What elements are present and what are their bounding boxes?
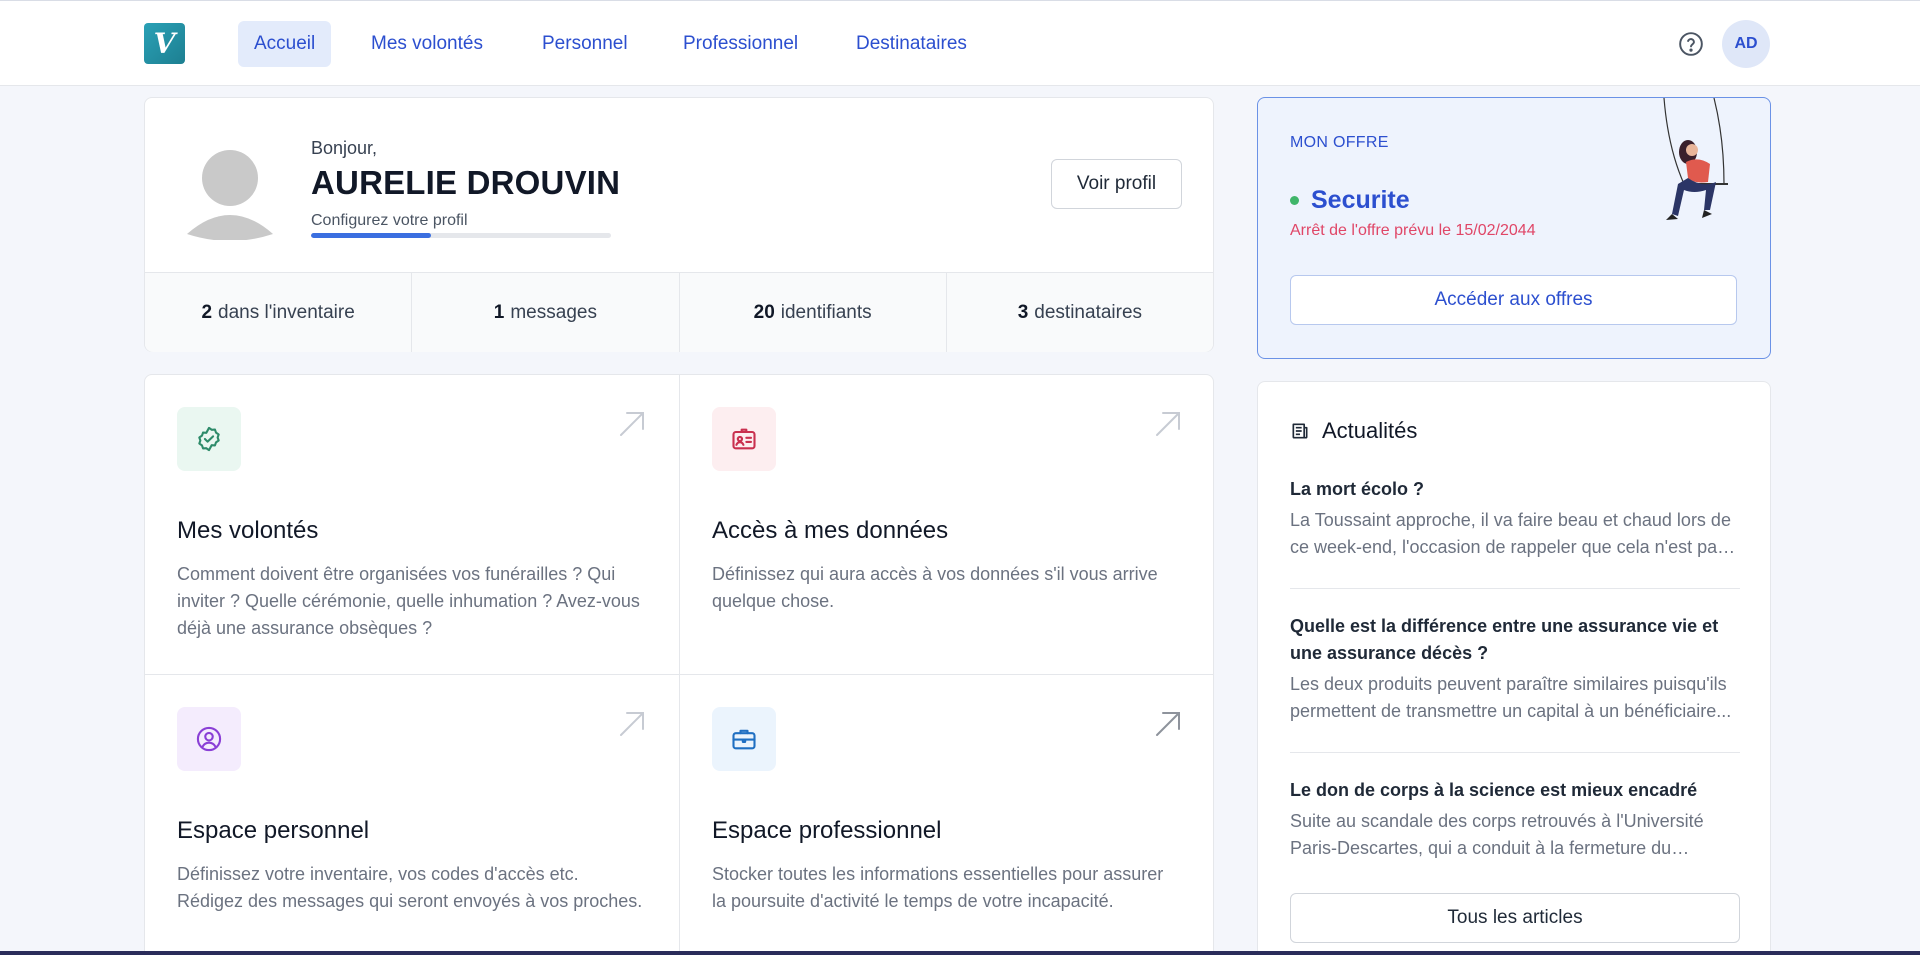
news-heading: Actualités [1322, 418, 1418, 443]
tile-acces-donnees[interactable]: Accès à mes données Définissez qui aura … [680, 375, 1213, 675]
stat-identifiers[interactable]: 20 identifiants [680, 273, 947, 352]
offer-section-title: MON OFFRE [1290, 134, 1389, 151]
tile-espace-personnel[interactable]: Espace personnel Définissez votre invent… [145, 675, 680, 955]
tile-title: Accès à mes données [712, 517, 949, 544]
tile-description: Stocker toutes les informations essentie… [712, 864, 1164, 911]
nav-item-accueil[interactable]: Accueil [238, 21, 332, 67]
status-dot-icon [1290, 196, 1299, 205]
arrow-up-right-icon [1156, 712, 1180, 736]
arrow-up-right-icon [620, 712, 644, 736]
news-card: Actualités La mort écolo ? La Toussaint … [1257, 381, 1771, 955]
profile-progress-bar [311, 233, 611, 238]
article-title: La mort écolo ? [1290, 479, 1425, 499]
nav-item-mes-volontes[interactable]: Mes volontés [355, 21, 499, 67]
stats-row: 2 dans l'inventaire 1 messages 20 identifia… [145, 272, 1213, 352]
article-excerpt: Suite au scandale des corps retrouvés à … [1290, 811, 1704, 858]
configure-profile-label[interactable]: Configurez votre profil [311, 212, 468, 230]
article-excerpt: La Toussaint approche, il va faire beau … [1290, 510, 1731, 557]
stat-recipients[interactable]: 3 destinataires [947, 273, 1213, 352]
nav-item-destinataires[interactable]: Destinataires [840, 21, 983, 67]
stat-count: 2 [201, 301, 213, 323]
app-logo[interactable]: V [144, 23, 185, 64]
stat-count: 3 [1017, 301, 1029, 323]
stat-label: dans l'inventaire [218, 301, 355, 323]
user-initials: AD [1734, 35, 1758, 52]
tile-description: Définissez qui aura accès à vos données … [712, 564, 1158, 611]
view-profile-button[interactable]: Voir profil [1051, 159, 1182, 209]
arrow-up-right-icon [620, 412, 644, 436]
article-divider [1290, 752, 1740, 753]
tile-title: Espace personnel [177, 817, 370, 844]
feature-grid: Mes volontés Comment doivent être organi… [144, 374, 1214, 955]
news-article[interactable]: La mort écolo ? La Toussaint approche, i… [1290, 476, 1740, 561]
stat-messages[interactable]: 1 messages [412, 273, 680, 352]
profile-progress-fill [311, 233, 431, 238]
tile-title: Mes volontés [177, 517, 319, 544]
top-navbar: V Accueil Mes volontés Personnel Profess… [0, 1, 1920, 86]
question-circle-icon[interactable] [1678, 31, 1704, 57]
article-divider [1290, 588, 1740, 589]
greeting-text: Bonjour, [311, 138, 378, 158]
default-avatar-icon [187, 150, 273, 240]
offer-end-notice: Arrêt de l'offre prévu le 15/02/2044 [1290, 222, 1536, 239]
stat-count: 1 [493, 301, 505, 323]
badge-check-icon [177, 407, 241, 471]
stat-label: messages [510, 301, 597, 323]
briefcase-icon [712, 707, 776, 771]
nav-item-professionnel[interactable]: Professionnel [667, 21, 814, 67]
logo-letter: V [153, 27, 176, 60]
tile-espace-professionnel[interactable]: Espace professionnel Stocker toutes les … [680, 675, 1213, 955]
article-title: Quelle est la différence entre une assur… [1290, 616, 1719, 663]
user-full-name: AURELIE DROUVIN [311, 164, 621, 201]
newspaper-icon [1292, 423, 1308, 439]
offer-status: Securite [1290, 186, 1410, 215]
tile-description: Définissez votre inventaire, vos codes d… [177, 864, 643, 911]
news-header: Actualités [1290, 418, 1417, 444]
tile-description: Comment doivent être organisées vos funé… [177, 564, 640, 638]
id-card-icon [712, 407, 776, 471]
user-circle-icon [177, 707, 241, 771]
stat-label: destinataires [1034, 301, 1143, 323]
tile-title: Espace professionnel [712, 817, 942, 844]
offer-plan-name: Securite [1311, 186, 1410, 214]
access-offers-button[interactable]: Accéder aux offres [1290, 275, 1737, 325]
all-articles-button[interactable]: Tous les articles [1290, 893, 1740, 943]
bottom-window-edge [0, 951, 1920, 955]
stat-inventory[interactable]: 2 dans l'inventaire [145, 273, 413, 352]
news-article[interactable]: Le don de corps à la science est mieux e… [1290, 777, 1740, 862]
stat-count: 20 [753, 301, 775, 323]
user-avatar[interactable]: AD [1722, 20, 1770, 68]
profile-card: Bonjour, AURELIE DROUVIN Configurez votr… [144, 97, 1214, 352]
tile-mes-volontes[interactable]: Mes volontés Comment doivent être organi… [145, 375, 680, 675]
article-title: Le don de corps à la science est mieux e… [1290, 780, 1698, 800]
stat-label: identifiants [780, 301, 872, 323]
arrow-up-right-icon [1156, 412, 1180, 436]
news-article[interactable]: Quelle est la différence entre une assur… [1290, 613, 1740, 725]
swing-illustration-icon [1663, 98, 1728, 220]
nav-item-personnel[interactable]: Personnel [526, 21, 644, 67]
article-excerpt: Les deux produits peuvent paraître simil… [1290, 674, 1732, 721]
offer-card: MON OFFRE Securite Arrêt de l'offre prév… [1257, 97, 1771, 359]
